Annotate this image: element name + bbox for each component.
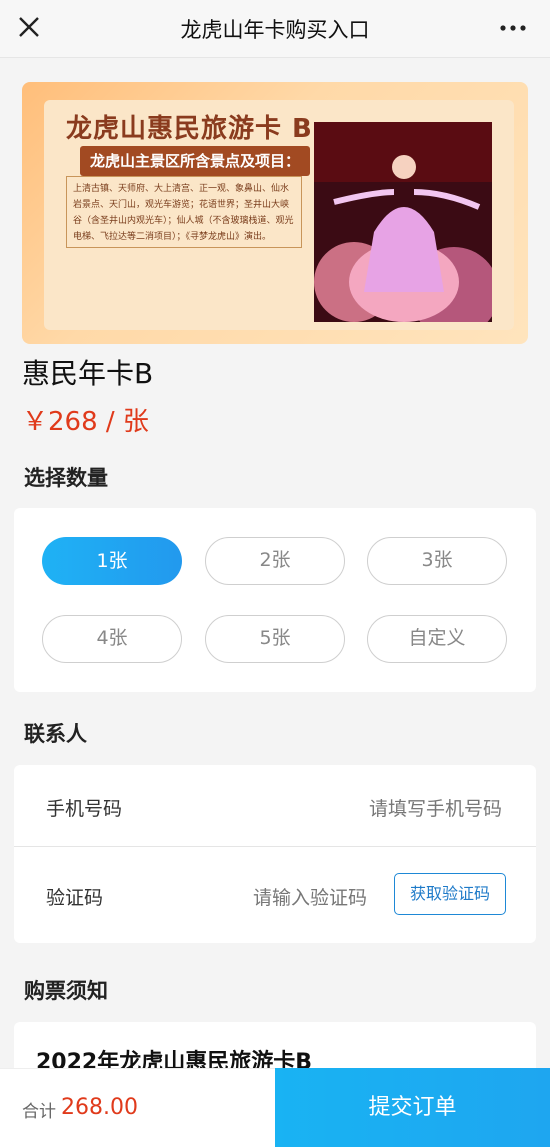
qty-option-custom[interactable]: 自定义 bbox=[367, 615, 507, 663]
code-label: 验证码 bbox=[46, 887, 104, 909]
qty-option-4[interactable]: 4张 bbox=[42, 615, 182, 663]
page-title: 龙虎山年卡购买入口 bbox=[180, 18, 370, 42]
qty-option-5[interactable]: 5张 bbox=[205, 615, 345, 663]
contact-section-title: 联系人 bbox=[24, 722, 87, 746]
contact-divider bbox=[14, 846, 536, 847]
phone-input[interactable]: 请填写手机号码 bbox=[369, 794, 502, 821]
phone-label: 手机号码 bbox=[46, 798, 123, 820]
performer-illustration bbox=[314, 122, 492, 322]
quantity-card bbox=[14, 508, 536, 692]
submit-order-button[interactable]: 提交订单 bbox=[275, 1068, 550, 1147]
product-price: ￥268 / 张 bbox=[22, 407, 149, 437]
total-value: 268.00 bbox=[61, 1095, 138, 1120]
banner-title: 龙虎山惠民旅游卡 B bbox=[66, 114, 313, 144]
product-name: 惠民年卡B bbox=[22, 357, 154, 390]
more-dots-icon[interactable] bbox=[498, 13, 528, 43]
contact-card bbox=[14, 765, 536, 943]
quantity-section-title: 选择数量 bbox=[24, 466, 108, 490]
performance-photo bbox=[314, 122, 492, 322]
qty-option-1[interactable]: 1张 bbox=[42, 537, 182, 585]
notice-section-title: 购票须知 bbox=[24, 979, 108, 1003]
code-input[interactable]: 请输入验证码 bbox=[253, 883, 367, 910]
qty-option-3[interactable]: 3张 bbox=[367, 537, 507, 585]
qty-option-2[interactable]: 2张 bbox=[205, 537, 345, 585]
top-nav-bar: 龙虎山年卡购买入口 bbox=[0, 0, 550, 58]
total-label: 合计 bbox=[22, 1102, 56, 1122]
banner-description: 上清古镇、天师府、大上清宫、正一观、象鼻山、仙水岩景点、天门山，观光车游览；花语… bbox=[66, 176, 302, 248]
banner-subtitle: 龙虎山主景区所含景点及项目： bbox=[80, 146, 310, 176]
product-banner: 龙虎山惠民旅游卡 B 龙虎山主景区所含景点及项目： 上清古镇、天师府、大上清宫、… bbox=[22, 82, 528, 344]
get-code-button[interactable]: 获取验证码 bbox=[394, 873, 506, 915]
